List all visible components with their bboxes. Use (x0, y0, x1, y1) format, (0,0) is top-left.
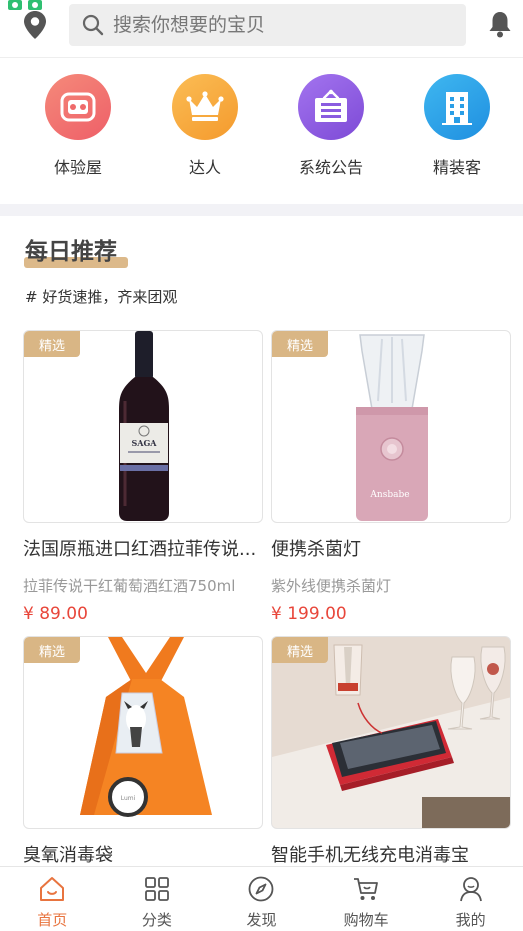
product-name[interactable]: 法国原瓶进口红酒拉菲传说... (23, 535, 263, 561)
compass-icon (249, 876, 274, 902)
search-icon (82, 14, 104, 36)
bottom-navigation: 首页 分类 发现 购物车 我的 (0, 866, 523, 931)
category-talent[interactable]: 达人 (150, 74, 260, 178)
category-experience-house[interactable]: 体验屋 (23, 74, 133, 178)
red-phone-sterilizer-image (272, 637, 510, 828)
product-image[interactable]: Lumi 精选 (23, 636, 263, 829)
product-card[interactable]: SAGA 精选 法国原瓶进口红酒拉菲传说... 拉菲传说干红葡萄酒红酒750ml… (23, 330, 263, 624)
location-pin-icon[interactable] (22, 10, 48, 40)
product-card[interactable]: Ansbabe 精选 便携杀菌灯 紫外线便携杀菌灯 ¥ 199.00 (271, 330, 511, 624)
nav-discover[interactable]: 发现 (209, 867, 314, 931)
nav-home[interactable]: 首页 (0, 867, 105, 931)
product-name[interactable]: 智能手机无线充电消毒宝 (271, 841, 511, 867)
user-icon (459, 877, 482, 902)
svg-text:SAGA: SAGA (131, 438, 157, 448)
divider (0, 57, 523, 58)
orange-ozone-bag-image: Lumi (80, 637, 212, 817)
product-price: ¥ 89.00 (23, 604, 88, 624)
vr-headset-icon (45, 74, 111, 140)
search-input[interactable] (113, 14, 443, 36)
svg-text:Lumi: Lumi (121, 795, 136, 802)
category-label: 系统公告 (298, 158, 363, 177)
section-divider (0, 204, 523, 216)
cart-icon (354, 878, 378, 900)
category-label: 精装客 (432, 158, 481, 177)
notice-board-icon (298, 74, 364, 140)
product-image[interactable]: 精选 (271, 636, 511, 829)
product-price: ¥ 199.00 (271, 604, 347, 624)
product-card[interactable]: 精选 智能手机无线充电消毒宝 (271, 636, 511, 867)
category-label: 达人 (188, 158, 221, 177)
red-wine-bottle-image: SAGA (119, 331, 169, 521)
grid-icon (144, 877, 169, 901)
category-label: 体验屋 (53, 158, 102, 177)
product-name[interactable]: 便携杀菌灯 (271, 535, 511, 561)
pink-sterilizer-lamp-image: Ansbabe (356, 334, 428, 521)
product-image[interactable]: SAGA 精选 (23, 330, 263, 523)
featured-badge: 精选 (272, 331, 328, 357)
crown-icon (172, 74, 238, 140)
nav-label: 首页 (37, 911, 68, 929)
top-bar (0, 0, 523, 54)
nav-cart[interactable]: 购物车 (314, 867, 419, 931)
nav-profile[interactable]: 我的 (418, 867, 523, 931)
svg-text:Ansbabe: Ansbabe (369, 490, 409, 500)
category-row: 体验屋 达人 系统公告 精装客 (0, 74, 523, 184)
nav-label: 购物车 (343, 911, 389, 929)
product-image[interactable]: Ansbabe 精选 (271, 330, 511, 523)
home-icon (40, 877, 65, 901)
nav-label: 我的 (455, 911, 486, 929)
nav-category[interactable]: 分类 (105, 867, 210, 931)
nav-label: 发现 (246, 911, 277, 929)
bell-icon[interactable] (487, 10, 513, 38)
building-icon (424, 74, 490, 140)
product-description: 紫外线便携杀菌灯 (271, 577, 392, 595)
product-name[interactable]: 臭氧消毒袋 (23, 841, 263, 867)
featured-badge: 精选 (24, 637, 80, 663)
product-card[interactable]: Lumi 精选 臭氧消毒袋 (23, 636, 263, 867)
product-description: 拉菲传说干红葡萄酒红酒750ml (23, 577, 236, 595)
featured-badge: 精选 (272, 637, 328, 663)
category-fine-decoration[interactable]: 精装客 (402, 74, 512, 178)
section-title: 每日推荐 (25, 239, 117, 265)
category-system-notice[interactable]: 系统公告 (276, 74, 386, 178)
search-bar[interactable] (69, 4, 466, 46)
nav-label: 分类 (141, 911, 172, 929)
featured-badge: 精选 (24, 331, 80, 357)
section-subtitle: # 好货速推，齐来团观 (25, 288, 178, 306)
